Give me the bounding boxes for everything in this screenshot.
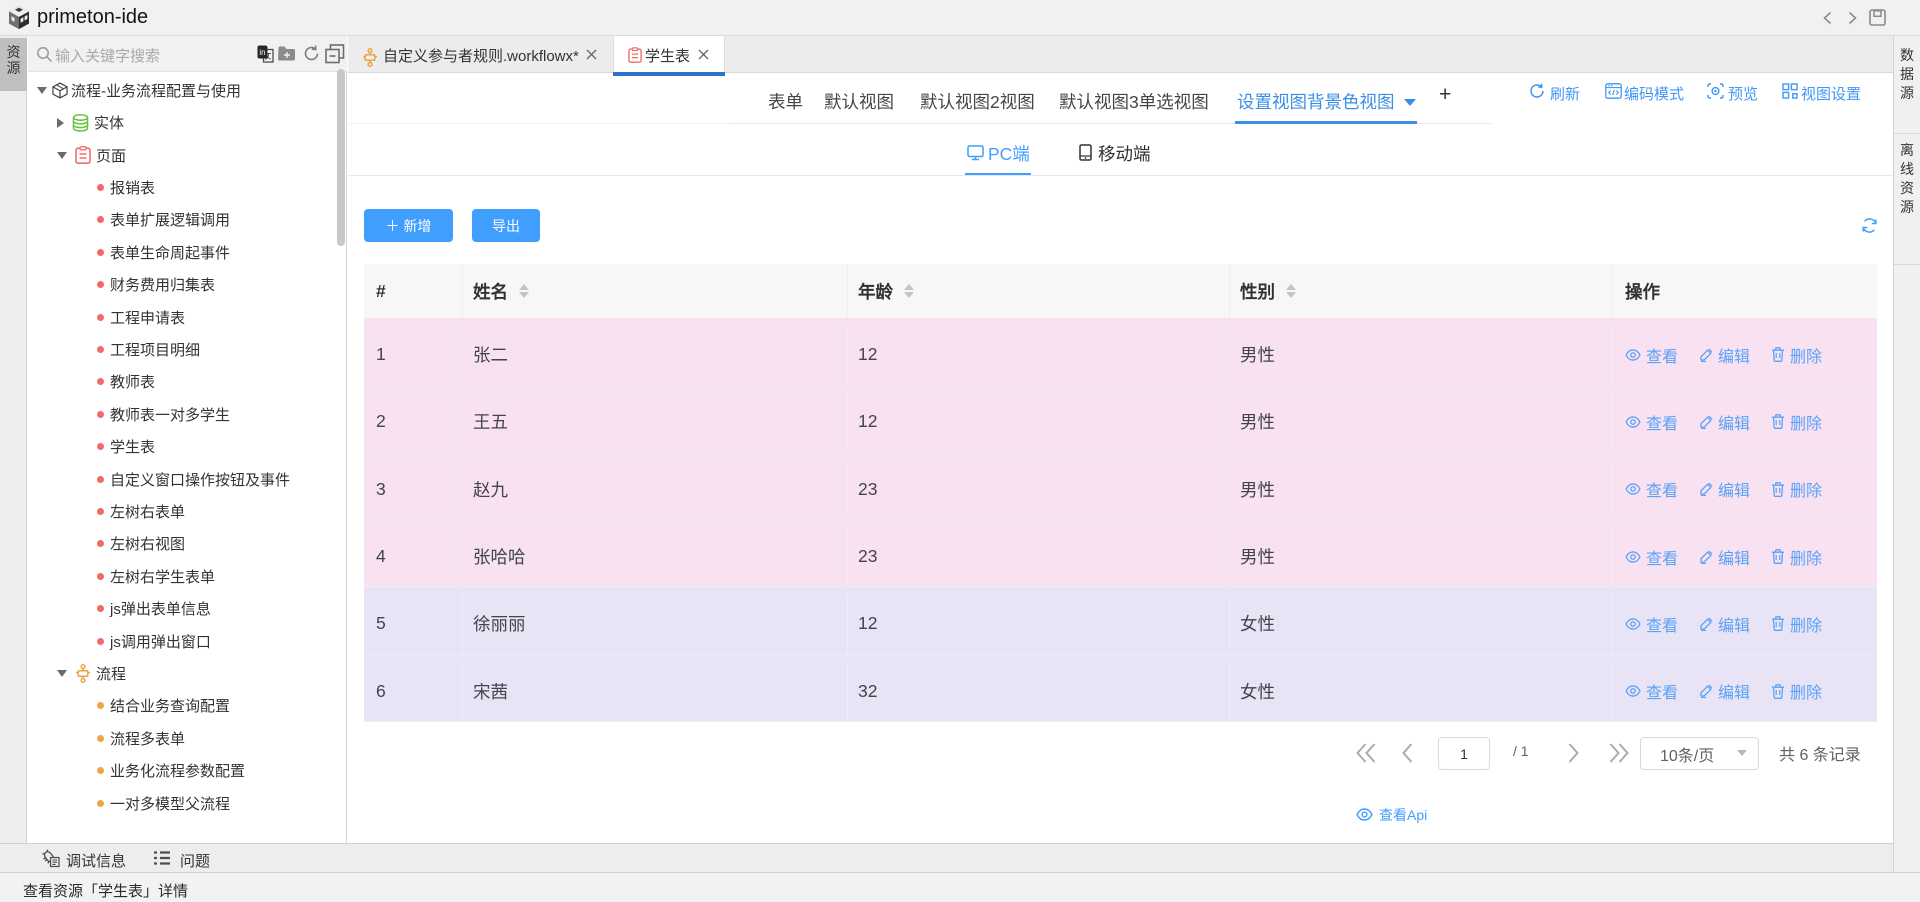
svg-text:in: in: [259, 48, 265, 57]
